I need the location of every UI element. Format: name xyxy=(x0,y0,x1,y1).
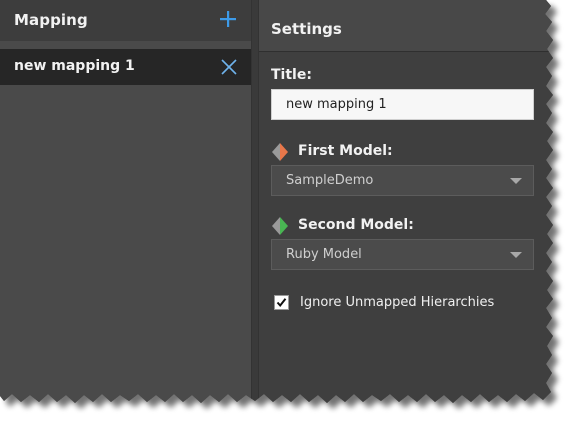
mapping-panel-header: Mapping xyxy=(0,0,251,41)
second-model-label: Second Model: xyxy=(298,217,414,233)
second-model-value: Ruby Model xyxy=(286,247,362,262)
ignore-unmapped-label[interactable]: Ignore Unmapped Hierarchies xyxy=(300,295,494,310)
mapping-panel: Mapping new mapping 1 xyxy=(0,0,251,429)
close-icon[interactable] xyxy=(220,58,238,76)
plus-icon[interactable] xyxy=(219,10,237,28)
settings-panel: Settings Title: First Model: SampleDemo xyxy=(259,0,573,429)
settings-header: Settings xyxy=(259,0,573,52)
mapping-item-label: new mapping 1 xyxy=(14,58,135,74)
first-model-value: SampleDemo xyxy=(286,173,374,188)
title-label: Title: xyxy=(271,67,312,83)
first-model-select[interactable]: SampleDemo xyxy=(271,165,534,196)
mapping-list-item[interactable]: new mapping 1 xyxy=(0,49,251,85)
panel-splitter[interactable] xyxy=(251,0,259,429)
second-model-select[interactable]: Ruby Model xyxy=(271,239,534,270)
chevron-down-icon xyxy=(510,178,522,184)
first-model-label: First Model: xyxy=(298,143,393,159)
chevron-down-icon xyxy=(510,252,522,258)
checkmark-icon xyxy=(276,297,287,308)
app-window: Mapping new mapping 1 Settings Title: ne… xyxy=(0,0,573,429)
screenshot-canvas: Mapping new mapping 1 Settings Title: ne… xyxy=(0,0,573,429)
first-model-icon xyxy=(271,142,289,162)
mapping-panel-title: Mapping xyxy=(14,11,88,29)
title-input[interactable] xyxy=(271,89,534,120)
settings-title: Settings xyxy=(271,20,342,38)
second-model-icon xyxy=(271,216,289,236)
ignore-unmapped-checkbox[interactable] xyxy=(274,295,289,310)
